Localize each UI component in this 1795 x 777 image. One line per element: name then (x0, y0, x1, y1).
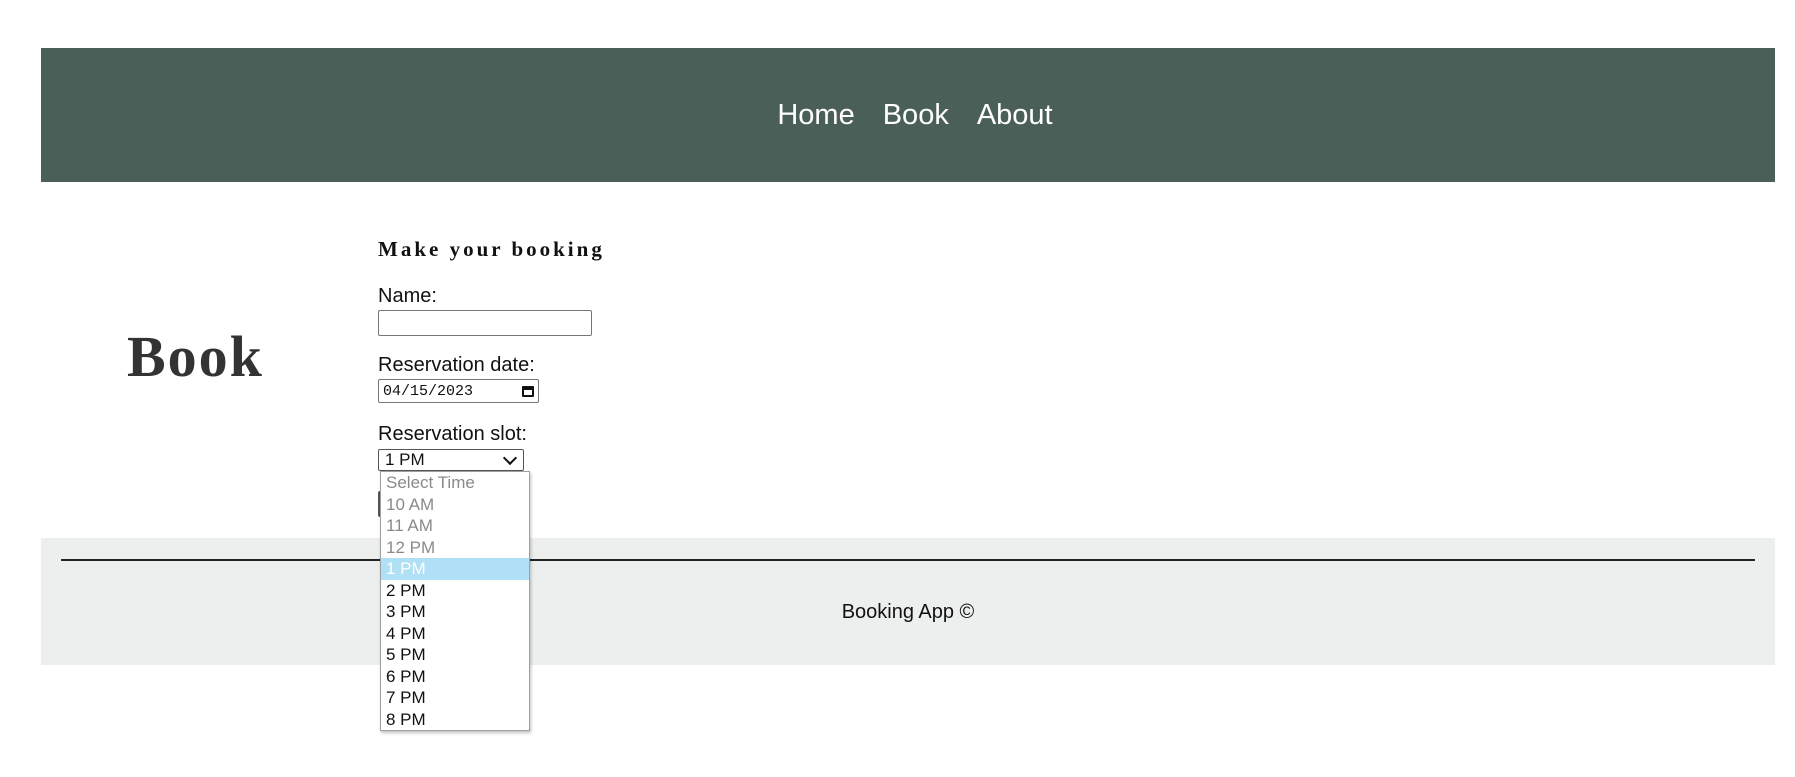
date-value: 04/15/2023 (383, 382, 474, 400)
name-label: Name: (378, 285, 437, 307)
slot-option[interactable]: 3 PM (381, 601, 529, 623)
booking-form: Make your booking Name: Reservation date… (378, 232, 878, 517)
slot-option: 12 PM (386, 537, 436, 557)
name-input[interactable] (378, 310, 592, 336)
slot-option[interactable]: 2 PM (381, 580, 529, 602)
slot-option[interactable]: 5 PM (381, 644, 529, 666)
slot-option[interactable]: 6 PM (381, 666, 529, 688)
slot-option[interactable]: 7 PM (381, 687, 529, 709)
reservation-slot-select[interactable]: 1 PM (378, 449, 524, 471)
chevron-down-icon (502, 450, 518, 465)
form-heading: Make your booking (378, 237, 605, 261)
main-nav: Home Book About (777, 99, 1052, 132)
slot-option[interactable]: 1 PM (381, 558, 529, 580)
nav-link-home[interactable]: Home (777, 99, 854, 132)
slot-option: Select Time (386, 473, 475, 492)
page: Home Book About Book Make your booking N… (0, 0, 1795, 777)
nav-link-about[interactable]: About (977, 99, 1053, 132)
footer-text: Booking App © (841, 601, 975, 623)
date-label: Reservation date: (378, 354, 535, 376)
slot-label: Reservation slot: (378, 423, 527, 445)
slot-option[interactable]: 4 PM (381, 623, 529, 645)
calendar-icon[interactable] (522, 385, 534, 397)
select-value: 1 PM (385, 450, 425, 469)
page-title: Book (127, 324, 264, 389)
reservation-date-input[interactable]: 04/15/2023 (378, 379, 539, 403)
footer-divider (61, 559, 1755, 561)
slot-dropdown-list: Select Time 10 AM 11 AM 12 PM 1 PM 2 PM 3 PM 4 … (380, 471, 530, 731)
slot-option: 10 AM (386, 494, 435, 514)
site-footer: Booking App © (41, 538, 1775, 665)
slot-option: 11 AM (386, 516, 433, 535)
slot-option[interactable]: 8 PM (381, 709, 529, 731)
nav-link-book[interactable]: Book (883, 99, 949, 132)
site-header: Home Book About (41, 48, 1775, 182)
